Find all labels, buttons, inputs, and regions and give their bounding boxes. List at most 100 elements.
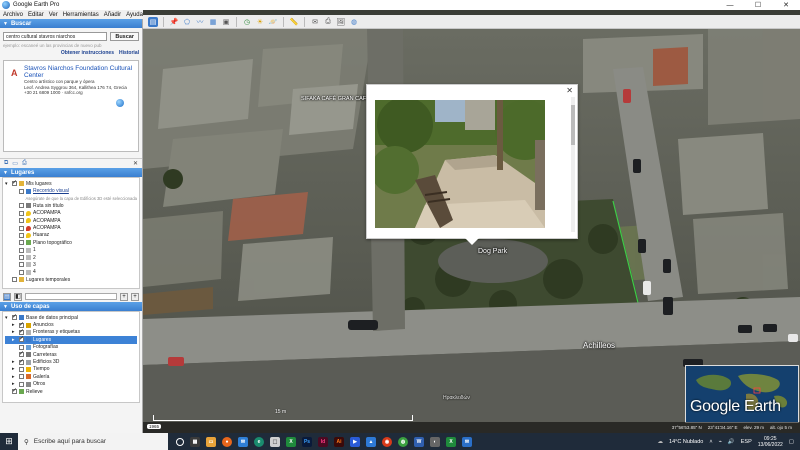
notifications-icon[interactable]: ▢ [789,439,794,445]
imagery-year[interactable]: 1965 [147,424,162,429]
map-label-cafe[interactable]: SIFAKA CAFÉ GRAN CAFE [301,96,370,102]
checkbox[interactable] [12,313,17,321]
add-folder-button[interactable]: + [131,292,139,301]
checkbox[interactable] [19,335,24,343]
places-tree-item[interactable]: ACOPAMPA [5,217,137,224]
places-tree-item[interactable]: 3 [5,261,137,268]
maximize-button[interactable]: ☐ [744,0,772,10]
places-tree-item[interactable]: ACOPAMPA [5,210,137,217]
layers-tree-item[interactable]: Fotografías [5,344,137,351]
word-icon[interactable]: W [414,436,424,447]
expander-icon[interactable]: ▸ [12,366,17,372]
layers-tree-item[interactable]: Carreteras [5,350,137,358]
taskbar-search[interactable]: ⚲ Escribe aquí para buscar [18,433,168,450]
email-icon[interactable]: ✉ [310,17,320,27]
illustrator-icon[interactable]: Ai [334,436,344,447]
split-view-icon[interactable]: ◧ [14,292,22,301]
sidebar-toggle-icon[interactable]: ▤ [148,16,158,27]
checkbox[interactable] [19,255,24,261]
copy-icon[interactable]: ⧉ [4,160,8,167]
checkbox[interactable] [19,232,24,238]
expander-icon[interactable]: ▾ [5,315,10,321]
document-icon[interactable]: ▭ [12,160,18,167]
places-tree-item[interactable]: ▾ Mis lugares [5,179,137,187]
places-tree-item[interactable]: Plano topográfico [5,239,137,246]
network-icon[interactable]: ⌁ [719,439,722,445]
checkbox[interactable] [19,262,24,268]
checkbox[interactable] [19,210,24,216]
weather-text[interactable]: 14°C Nublado [669,439,703,445]
collapse-triangle-icon[interactable]: ▼ [3,21,8,27]
places-tree-item[interactable]: Asegúrate de que la capa de Edificios 3D… [5,195,137,202]
collapse-triangle-icon[interactable]: ▼ [3,170,8,176]
get-directions-link[interactable]: Obtener instrucciones [61,50,114,56]
file-explorer-icon[interactable]: ▭ [206,436,216,447]
globe-icon[interactable] [116,99,124,107]
historical-imagery-icon[interactable]: ◷ [242,17,252,27]
park-photo[interactable] [375,100,545,228]
expander-icon[interactable]: ▸ [12,329,17,335]
places-tree-item[interactable]: Huaraz [5,232,137,239]
map-view[interactable]: SIFAKA CAFÉ GRAN CAFE Dog Park Achilleos… [143,29,800,433]
clock[interactable]: 09:25 13/06/2022 [758,436,783,448]
places-tree-item[interactable]: Lugares temporales [5,276,137,283]
layers-tree-item[interactable]: ▸ Otros [5,381,137,388]
spreadsheet-icon[interactable]: X [446,436,456,447]
layers-tree-item[interactable]: ▸ Tiempo [5,366,137,373]
places-tree-item[interactable]: 1 [5,247,137,254]
layers-tree-item[interactable]: ▸ Galería [5,373,137,380]
expander-icon[interactable]: ▾ [5,181,10,187]
places-tree-item[interactable]: ACOPAMPA [5,224,137,231]
record-tour-icon[interactable]: ▣ [221,17,231,27]
checkbox[interactable] [19,225,24,231]
search-input[interactable]: centro cultural stavros niarchos [3,32,108,41]
checkbox[interactable] [19,218,24,224]
layers-tree-item[interactable]: ▸ Edificios 3D [5,358,137,366]
chrome-icon[interactable]: ◉ [382,436,392,447]
search-panel-header[interactable]: ▼ Buscar [0,19,142,28]
overview-map[interactable]: Google Earth [685,365,799,423]
mail-icon[interactable]: ✉ [238,436,248,447]
places-tree-item[interactable]: Ruta sin título [5,202,137,209]
windows-start-icon[interactable]: ⊞ [0,433,18,450]
earth-taskbar-icon[interactable]: ◍ [398,436,408,447]
checkbox[interactable] [12,179,17,187]
add-place-button[interactable]: + [120,292,128,301]
menu-archivo[interactable]: Archivo [3,12,23,18]
volume-icon[interactable]: 🔊 [728,439,735,445]
task-view-icon[interactable] [176,437,184,446]
zoom-icon[interactable]: ▶ [350,436,360,447]
checkbox[interactable] [12,387,17,395]
places-tree-item[interactable]: 4 [5,269,137,276]
places-panel-header[interactable]: ▼ Lugares [0,168,142,177]
excel-icon[interactable]: X [286,436,296,447]
checkbox[interactable] [19,269,24,275]
layers-tree-item[interactable]: ▾ Base de datos principal [5,313,137,321]
indesign-icon[interactable]: Id [318,436,328,447]
menu-editar[interactable]: Editar [28,12,44,18]
checkbox[interactable] [19,366,24,372]
search-button[interactable]: Buscar [110,32,139,41]
menu-herramientas[interactable]: Herramientas [63,12,99,18]
expander-icon[interactable]: ▸ [12,359,17,365]
checkbox[interactable] [19,374,24,380]
map-label-dog-park[interactable]: Dog Park [478,248,507,255]
add-placemark-icon[interactable]: 📌 [169,17,179,27]
history-link[interactable]: Historial [119,50,139,56]
expander-icon[interactable]: ▸ [12,322,17,328]
language-indicator[interactable]: ESP [741,439,752,445]
checkbox[interactable] [19,240,24,246]
edge-icon[interactable]: e [254,436,264,447]
result-title-link[interactable]: Stavros Niarchos Foundation Cultural Cen… [24,65,134,79]
checkbox[interactable] [19,350,24,358]
print-small-icon[interactable]: ⎙ [22,160,27,167]
sunlight-icon[interactable]: ☀ [255,17,265,27]
popup-scrollbar[interactable] [571,97,575,232]
photos-icon[interactable]: ▲ [366,436,376,447]
add-path-icon[interactable]: 〰 [195,17,205,27]
checkbox[interactable] [19,381,24,387]
print-icon[interactable]: ⎙ [323,17,333,27]
close-popup-icon[interactable]: ✕ [566,86,573,95]
firefox-icon[interactable]: ● [222,436,232,447]
switch-planet-icon[interactable]: 🪐 [268,17,278,27]
